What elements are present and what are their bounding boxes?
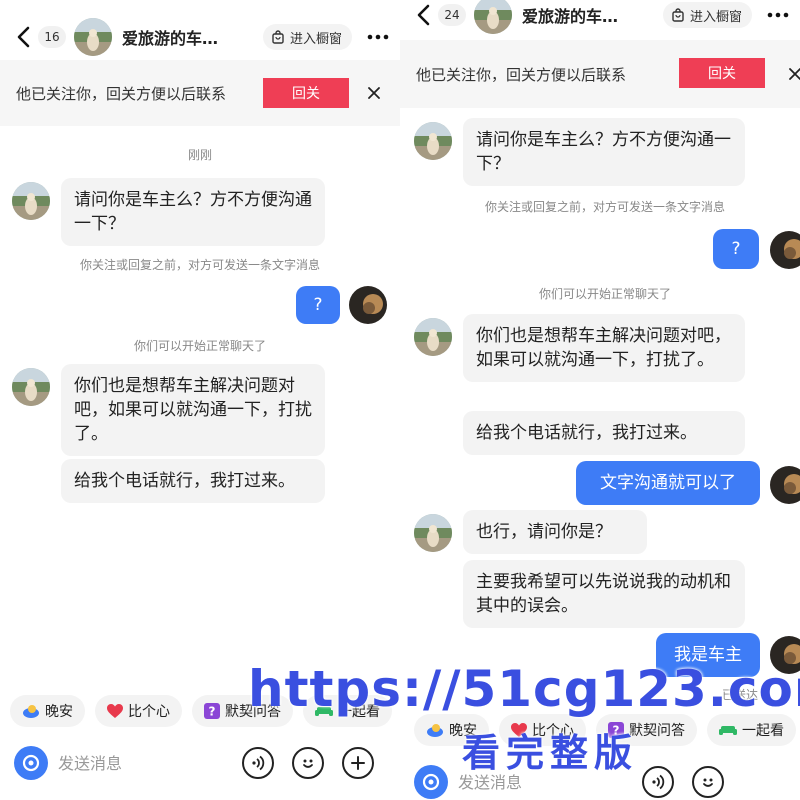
contact-avatar[interactable] [414, 318, 452, 356]
watermark-url: https://51cg123.com [248, 660, 800, 718]
enter-shop-label: 进入橱窗 [689, 9, 742, 25]
chat-screenshot: 16 爱旅游的车… 进入橱窗 他已关注你，回关方便以后联系 回关 刚刚 请问你是… [0, 0, 800, 800]
question-icon: ? [204, 703, 220, 719]
message-bubble-received[interactable]: 你们也是想帮车主解决问题对吧，如果可以就沟通一下，打扰了。 [61, 364, 325, 456]
contact-avatar[interactable] [12, 368, 50, 406]
contact-name: 爱旅游的车… [522, 7, 619, 26]
contact-avatar[interactable] [74, 18, 112, 56]
system-notice: 你们可以开始正常聊天了 [538, 287, 671, 301]
follow-banner-text: 他已关注你，回关方便以后联系 [16, 84, 227, 103]
chip-label: 晚安 [45, 704, 73, 720]
follow-back-banner: 他已关注你，回关方便以后联系 回关 [400, 40, 800, 108]
message-bubble-received[interactable]: 请问你是车主么？方不方便沟通一下？ [463, 118, 745, 186]
contact-avatar[interactable] [414, 122, 452, 160]
chip-label: 比个心 [128, 704, 170, 720]
contact-avatar[interactable] [414, 514, 452, 552]
camera-icon[interactable] [414, 765, 448, 799]
close-icon[interactable] [785, 64, 800, 84]
unread-count-badge: 16 [38, 26, 66, 48]
voice-icon[interactable] [242, 747, 274, 779]
message-bubble-received[interactable]: 给我个电话就行，我打过来。 [463, 411, 745, 455]
moon-icon [426, 722, 444, 738]
enter-shop-label: 进入橱窗 [289, 31, 342, 47]
chat-header: 24 爱旅游的车… 进入橱窗 [400, 0, 800, 45]
contact-name: 爱旅游的车… [122, 29, 219, 48]
follow-back-button[interactable]: 回关 [263, 78, 349, 108]
contact-avatar[interactable] [12, 182, 50, 220]
system-notice: 你关注或回复之前，对方可发送一条文字消息 [484, 200, 725, 214]
plus-icon[interactable] [342, 747, 374, 779]
close-icon[interactable] [364, 83, 384, 103]
chip-watch-together[interactable]: 一起看 [707, 714, 796, 746]
more-dots-icon[interactable] [366, 27, 390, 47]
contact-avatar[interactable] [474, 0, 512, 34]
enter-shop-button[interactable]: 进入橱窗 [662, 2, 752, 28]
back-arrow-icon[interactable] [410, 0, 436, 30]
watermark-caption: 看完整版 [462, 731, 639, 775]
heart-icon [107, 703, 123, 719]
enter-shop-button[interactable]: 进入橱窗 [262, 24, 352, 50]
message-bubble-sent[interactable]: ? [296, 286, 340, 324]
more-dots-icon[interactable] [766, 5, 790, 25]
sofa-icon [719, 723, 737, 737]
shop-bag-icon [672, 8, 684, 22]
follow-back-button[interactable]: 回关 [679, 58, 765, 88]
message-bubble-received[interactable]: 主要我希望可以先说说我的动机和其中的误会。 [463, 560, 745, 628]
unread-count-badge: 24 [438, 4, 466, 26]
message-bubble-received[interactable]: 给我个电话就行，我打过来。 [61, 459, 325, 503]
svg-text:?: ? [209, 705, 216, 719]
message-bubble-received[interactable]: 也行，请问你是？ [463, 510, 647, 554]
message-bubble-received[interactable]: 你们也是想帮车主解决问题对吧，如果可以就沟通一下，打扰了。 [463, 314, 745, 382]
camera-icon[interactable] [14, 746, 48, 780]
system-notice: 你关注或回复之前，对方可发送一条文字消息 [79, 258, 320, 272]
message-bubble-sent[interactable]: 文字沟通就可以了 [576, 461, 760, 505]
shop-bag-icon [272, 30, 284, 44]
chip-heart[interactable]: 比个心 [95, 695, 182, 727]
moon-icon [22, 703, 40, 719]
emoji-icon[interactable] [292, 747, 324, 779]
timestamp: 刚刚 [187, 148, 212, 162]
system-notice: 你们可以开始正常聊天了 [133, 339, 266, 353]
back-arrow-icon[interactable] [10, 22, 36, 52]
my-avatar[interactable] [349, 286, 387, 324]
follow-banner-text: 他已关注你，回关方便以后联系 [416, 65, 627, 84]
message-bubble-sent[interactable]: ? [713, 229, 759, 269]
message-bubble-received[interactable]: 请问你是车主么？方不方便沟通一下？ [61, 178, 325, 246]
chip-label: 一起看 [742, 723, 784, 739]
emoji-icon[interactable] [692, 766, 724, 798]
message-input-bar [0, 739, 400, 787]
follow-back-banner: 他已关注你，回关方便以后联系 回关 [0, 60, 400, 126]
my-avatar[interactable] [770, 466, 800, 504]
chat-header: 16 爱旅游的车… 进入橱窗 [0, 7, 400, 67]
message-input[interactable] [58, 753, 228, 773]
chip-goodnight[interactable]: 晚安 [10, 695, 85, 727]
my-avatar[interactable] [770, 231, 800, 269]
voice-icon[interactable] [642, 766, 674, 798]
